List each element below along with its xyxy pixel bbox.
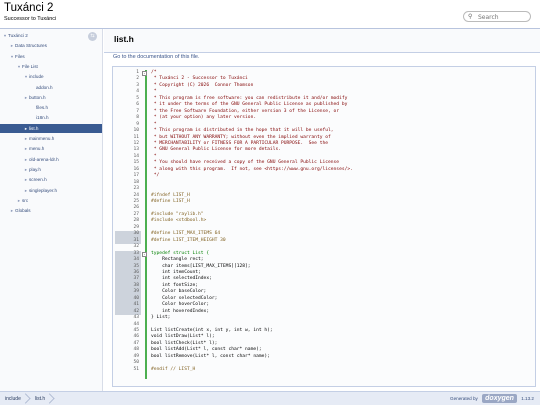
nav-item-label: mainmenu.h: [29, 136, 55, 141]
nav-item[interactable]: i18n.h: [0, 113, 102, 122]
nav-item-label: list.h: [29, 125, 39, 131]
nav-item[interactable]: ►list.h: [0, 123, 102, 133]
nav-item[interactable]: ►src: [0, 196, 102, 205]
nav-item[interactable]: ►mainmenu.h: [0, 134, 102, 143]
nav-item[interactable]: ►screen.h: [0, 175, 102, 184]
code-text: #endif // LIST_H: [151, 366, 196, 372]
nav-item-label: button.h: [29, 94, 46, 100]
doxygen-logo[interactable]: doxygen: [482, 394, 517, 404]
project-name: Tuxánci 2: [4, 2, 54, 14]
nav-item[interactable]: addon.h: [0, 83, 102, 92]
nav-item[interactable]: files.h: [0, 103, 102, 112]
nav-item-label: screen.h: [29, 177, 47, 183]
search-input[interactable]: [478, 13, 528, 21]
nav-item-label: files.h: [36, 105, 49, 111]
project-brief: Successor to Tuxánci: [4, 16, 57, 22]
nav-item-label: menu.h: [29, 146, 45, 152]
nav-item[interactable]: ►menu.h: [0, 144, 102, 153]
fold-toggle-icon[interactable]: -: [142, 71, 147, 76]
nav-item[interactable]: ▼File List: [0, 62, 102, 71]
line-number[interactable]: 51: [115, 367, 141, 374]
generator-version: 1.13.2: [521, 396, 534, 401]
nav-item[interactable]: ►old-arena-ldr.h: [0, 155, 102, 164]
nav-item-label: addon.h: [36, 84, 53, 90]
breadcrumb-item-include[interactable]: include: [0, 392, 30, 406]
nav-item-label: include: [29, 74, 44, 80]
nav-tree-sidebar: ⇆ ▼Tuxánci 2 ►Data Structures ▼Files ▼File …: [0, 29, 103, 391]
nav-item-label: Data Structures: [15, 43, 47, 49]
page-title: list.h: [114, 34, 134, 44]
nav-item-label: i18n.h: [36, 115, 49, 121]
nav-item-label: play.h: [29, 166, 41, 172]
nav-item-label: singleplayer.h: [29, 187, 58, 193]
nav-item[interactable]: ►Globals: [0, 206, 102, 215]
nav-item[interactable]: ▼include: [0, 72, 102, 81]
nav-item-label: old-arena-ldr.h: [29, 156, 59, 162]
nav-item[interactable]: ►Data Structures: [0, 41, 102, 50]
code-fragment: 1-/* 2 * Tuxánci 2 - Successor to Tuxánci…: [112, 66, 536, 387]
nav-item[interactable]: ►play.h: [0, 165, 102, 174]
footer-nav: include list.h Generated by doxygen 1.13…: [0, 391, 540, 405]
search-icon[interactable]: ⚲: [468, 13, 472, 21]
nav-item[interactable]: ►singleplayer.h: [0, 186, 102, 195]
code-line: 51 #endif // LIST_H: [113, 367, 537, 374]
nav-item[interactable]: ▼Tuxánci 2: [0, 31, 102, 40]
generated-by-label: Generated by: [450, 396, 478, 401]
breadcrumb-item-file[interactable]: list.h: [30, 392, 54, 406]
fold-toggle-icon[interactable]: -: [142, 251, 147, 257]
nav-item-label: Files: [15, 53, 25, 59]
nav-item-label: Tuxánci 2: [8, 33, 28, 38]
generated-by: Generated by doxygen 1.13.2: [450, 392, 534, 406]
documentation-link[interactable]: Go to the documentation of this file.: [113, 54, 200, 60]
page-header: list.h: [104, 29, 540, 53]
main-content: list.h Go to the documentation of this f…: [104, 29, 540, 391]
nav-item[interactable]: ▼Files: [0, 52, 102, 61]
top-header: Tuxánci 2 Successor to Tuxánci ⚲: [0, 0, 540, 29]
nav-item-label: Globals: [15, 208, 31, 214]
breadcrumb: include list.h: [0, 392, 54, 406]
nav-item[interactable]: ►button.h: [0, 93, 102, 102]
nav-item-label: src: [22, 197, 29, 203]
nav-item-label: File List: [22, 63, 38, 69]
search-box[interactable]: ⚲: [463, 11, 531, 22]
